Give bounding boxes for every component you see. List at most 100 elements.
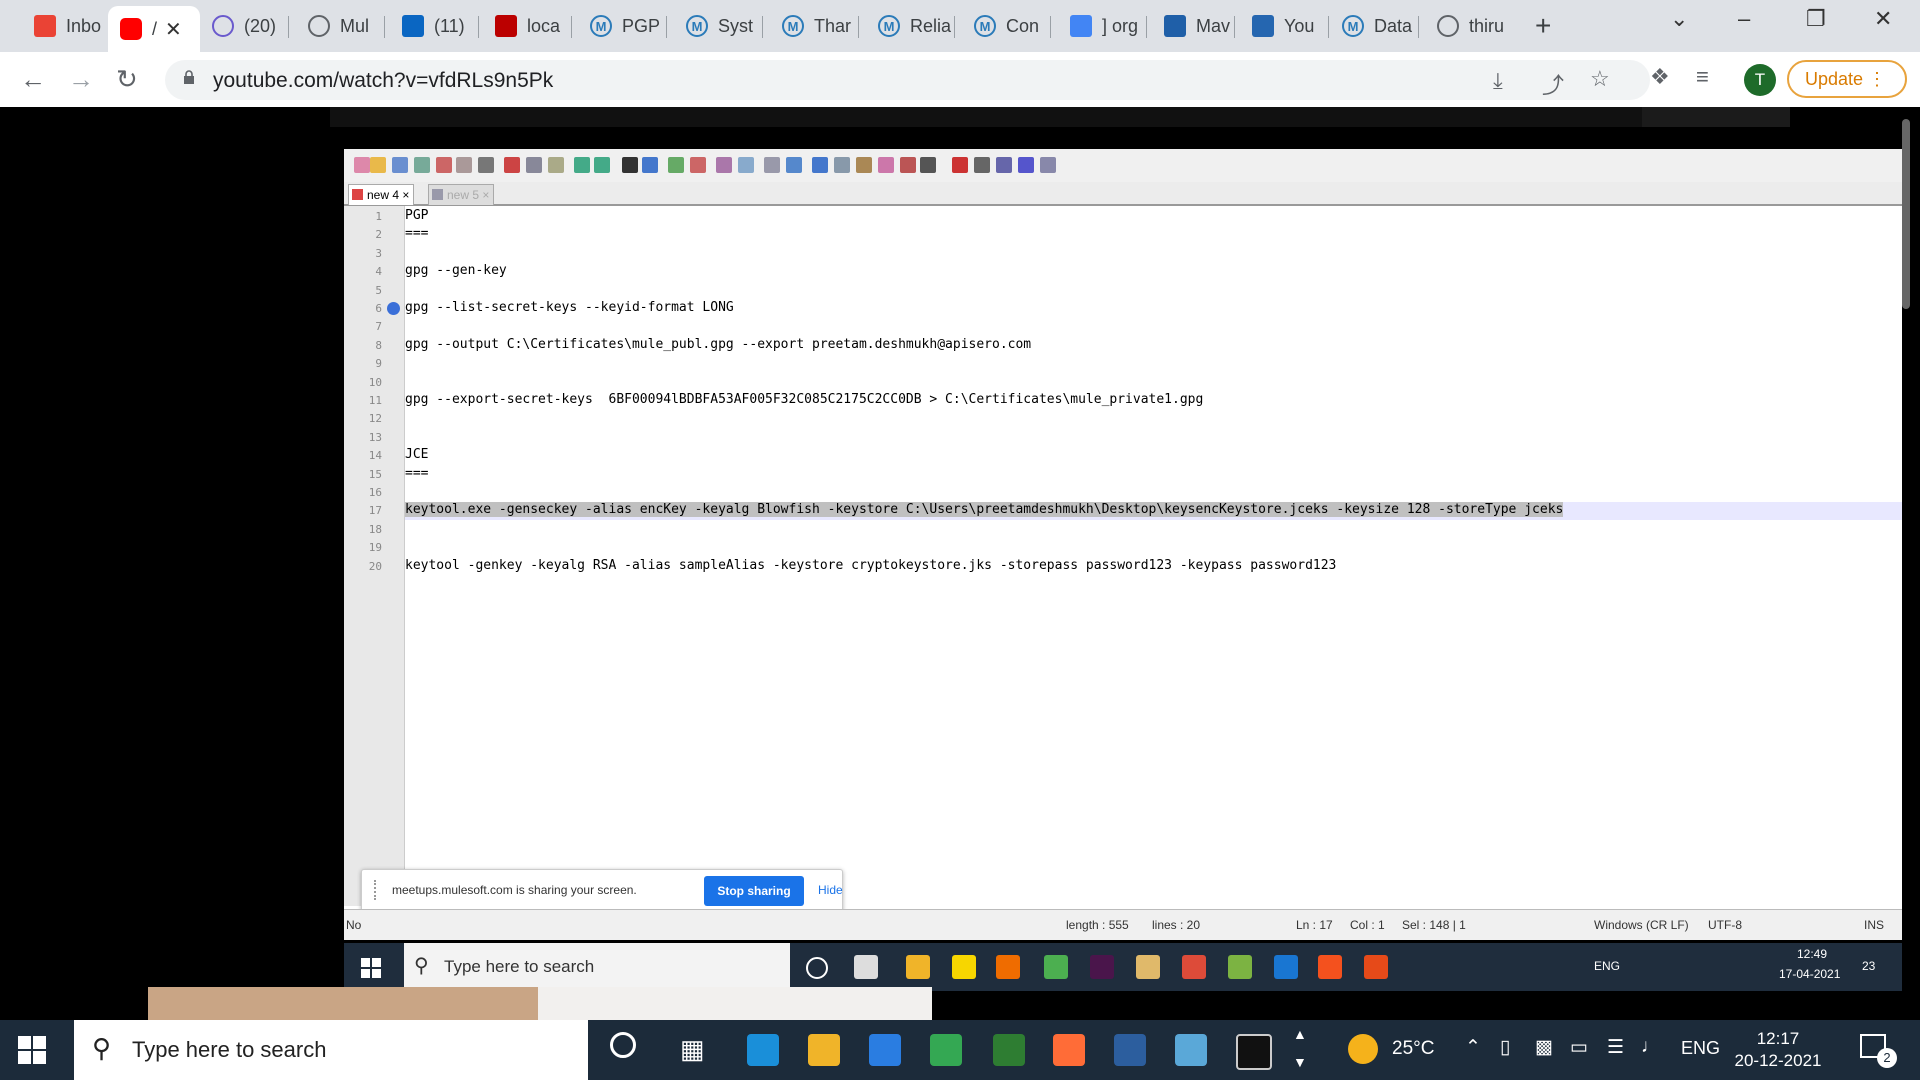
- weather-temp[interactable]: 25°C: [1392, 1038, 1434, 1060]
- bookmark-icon[interactable]: [387, 302, 400, 315]
- new-tab-icon[interactable]: +: [1535, 10, 1551, 42]
- wifi-icon[interactable]: ☰: [1607, 1036, 1624, 1059]
- toolbar-button-icon[interactable]: [996, 157, 1012, 173]
- toolbar-button-icon[interactable]: [900, 157, 916, 173]
- toolbar-button-icon[interactable]: [834, 157, 850, 173]
- code-line[interactable]: [405, 429, 1902, 447]
- toolbar-button-icon[interactable]: [414, 157, 430, 173]
- code-line[interactable]: [405, 282, 1902, 300]
- browser-tab[interactable]: M Data: [1330, 6, 1416, 46]
- toolbar-button-icon[interactable]: [786, 157, 802, 173]
- taskbar-search-box[interactable]: ⚲ Type here to search: [74, 1020, 588, 1080]
- toolbar-button-icon[interactable]: [504, 157, 520, 173]
- excel-icon[interactable]: [993, 1034, 1025, 1066]
- video-player[interactable]: new 4 × new 5 × 1 2 3 4 5 6 7 8 9 10 11 12 13 14 15 16 1…: [0, 107, 1920, 1020]
- toolbar-button-icon[interactable]: [974, 157, 990, 173]
- browser-tab[interactable]: You: [1240, 6, 1326, 46]
- page-scrollbar[interactable]: [1902, 119, 1910, 309]
- toolbar-button-icon[interactable]: [574, 157, 590, 173]
- toolbar-button-icon[interactable]: [690, 157, 706, 173]
- notepad-tab-new4[interactable]: new 4 ×: [348, 184, 415, 205]
- toolbar-button-icon[interactable]: [716, 157, 732, 173]
- browser-tab[interactable]: (20): [200, 6, 286, 46]
- code-line[interactable]: [405, 484, 1902, 502]
- toolbar-button-icon[interactable]: [1040, 157, 1056, 173]
- minimize-icon[interactable]: –: [1738, 6, 1750, 32]
- browser-tab[interactable]: M Con: [962, 6, 1048, 46]
- code-line[interactable]: gpg --list-secret-keys --keyid-format LO…: [405, 300, 1902, 318]
- code-line[interactable]: [405, 410, 1902, 428]
- tab-search-icon[interactable]: ⌄: [1670, 6, 1688, 32]
- browser-tab[interactable]: / ✕: [108, 6, 200, 52]
- browser-tab[interactable]: Mul: [296, 6, 382, 46]
- reading-list-icon[interactable]: ≡: [1696, 64, 1709, 90]
- code-line[interactable]: [405, 318, 1902, 336]
- toolbar-button-icon[interactable]: [548, 157, 564, 173]
- meet-icon[interactable]: ▯: [1500, 1036, 1510, 1059]
- toolbar-button-icon[interactable]: [354, 157, 370, 173]
- code-line[interactable]: gpg --export-secret-keys 6BF00094lBDBFA5…: [405, 392, 1902, 410]
- address-bar[interactable]: youtube.com/watch?v=vfdRLs9n5Pk ⤓ ⤴ ☆: [165, 60, 1650, 100]
- toolbar-button-icon[interactable]: [370, 157, 386, 173]
- code-line[interactable]: gpg --output C:\Certificates\mule_publ.g…: [405, 337, 1902, 355]
- bookmark-star-icon[interactable]: ☆: [1590, 66, 1610, 92]
- toolbar-button-icon[interactable]: [478, 157, 494, 173]
- notepad-tab-new5[interactable]: new 5 ×: [428, 184, 495, 205]
- install-icon[interactable]: ⤓: [1493, 68, 1503, 94]
- drag-handle-icon[interactable]: [374, 880, 380, 900]
- code-line[interactable]: keytool.exe -genseckey -alias encKey -ke…: [405, 502, 1902, 521]
- share-icon[interactable]: ⤴: [1542, 68, 1564, 100]
- code-line[interactable]: PGP: [405, 208, 1902, 226]
- toolbar-button-icon[interactable]: [812, 157, 828, 173]
- toolbar-button-icon[interactable]: [738, 157, 754, 173]
- browser-tab[interactable]: M Thar: [770, 6, 856, 46]
- terminal-icon[interactable]: [1236, 1034, 1272, 1070]
- toolbar-button-icon[interactable]: [456, 157, 472, 173]
- toolbar-button-icon[interactable]: [594, 157, 610, 173]
- postman-icon[interactable]: [1053, 1034, 1085, 1066]
- chevron-down-icon[interactable]: ▼: [1293, 1054, 1307, 1070]
- code-line[interactable]: keytool -genkey -keyalg RSA -alias sampl…: [405, 558, 1902, 576]
- browser-tab[interactable]: M PGP: [578, 6, 664, 46]
- profile-avatar[interactable]: T: [1744, 64, 1776, 96]
- toolbar-button-icon[interactable]: [526, 157, 542, 173]
- volume-icon[interactable]: ♩: [1641, 1036, 1660, 1058]
- code-line[interactable]: [405, 245, 1902, 263]
- code-line[interactable]: [405, 355, 1902, 373]
- browser-tab[interactable]: (11): [390, 6, 476, 46]
- toolbar-button-icon[interactable]: [622, 157, 638, 173]
- battery-icon[interactable]: ▭: [1570, 1036, 1588, 1059]
- url-text[interactable]: youtube.com/watch?v=vfdRLs9n5Pk: [213, 69, 553, 93]
- browser-tab[interactable]: thiru: [1425, 6, 1511, 46]
- chevron-up-icon[interactable]: ▲: [1293, 1026, 1307, 1042]
- code-line[interactable]: [405, 521, 1902, 539]
- edge-icon[interactable]: [747, 1034, 779, 1066]
- browser-tab[interactable]: M Relia: [866, 6, 952, 46]
- code-line[interactable]: ===: [405, 226, 1902, 244]
- file-explorer-icon[interactable]: [808, 1034, 840, 1066]
- stop-sharing-button[interactable]: Stop sharing: [704, 876, 804, 906]
- close-window-icon[interactable]: ✕: [1874, 6, 1892, 32]
- mail-icon[interactable]: [869, 1034, 901, 1066]
- reload-icon[interactable]: ↻: [116, 64, 138, 95]
- cortana-icon[interactable]: [610, 1032, 636, 1058]
- toolbar-button-icon[interactable]: [1018, 157, 1034, 173]
- toolbar-button-icon[interactable]: [764, 157, 780, 173]
- toolbar-button-icon[interactable]: [878, 157, 894, 173]
- mysql-workbench-icon[interactable]: [1114, 1034, 1146, 1066]
- weather-icon[interactable]: [1348, 1034, 1378, 1064]
- pen-icon[interactable]: [1175, 1034, 1207, 1066]
- toolbar-button-icon[interactable]: [392, 157, 408, 173]
- code-line[interactable]: gpg --gen-key: [405, 263, 1902, 281]
- toolbar-button-icon[interactable]: [668, 157, 684, 173]
- browser-tab[interactable]: M Syst: [674, 6, 760, 46]
- toolbar-button-icon[interactable]: [920, 157, 936, 173]
- language-indicator[interactable]: ENG: [1681, 1038, 1720, 1059]
- task-view-icon[interactable]: ▦: [680, 1034, 705, 1065]
- system-clock[interactable]: 12:17 20-12-2021: [1728, 1028, 1828, 1072]
- back-icon[interactable]: ←: [20, 64, 46, 95]
- code-line[interactable]: JCE: [405, 447, 1902, 465]
- code-line[interactable]: [405, 374, 1902, 392]
- editor-text-area[interactable]: PGP === gpg --gen-key gpg --list-secret-key…: [405, 206, 1902, 906]
- toolbar-button-icon[interactable]: [856, 157, 872, 173]
